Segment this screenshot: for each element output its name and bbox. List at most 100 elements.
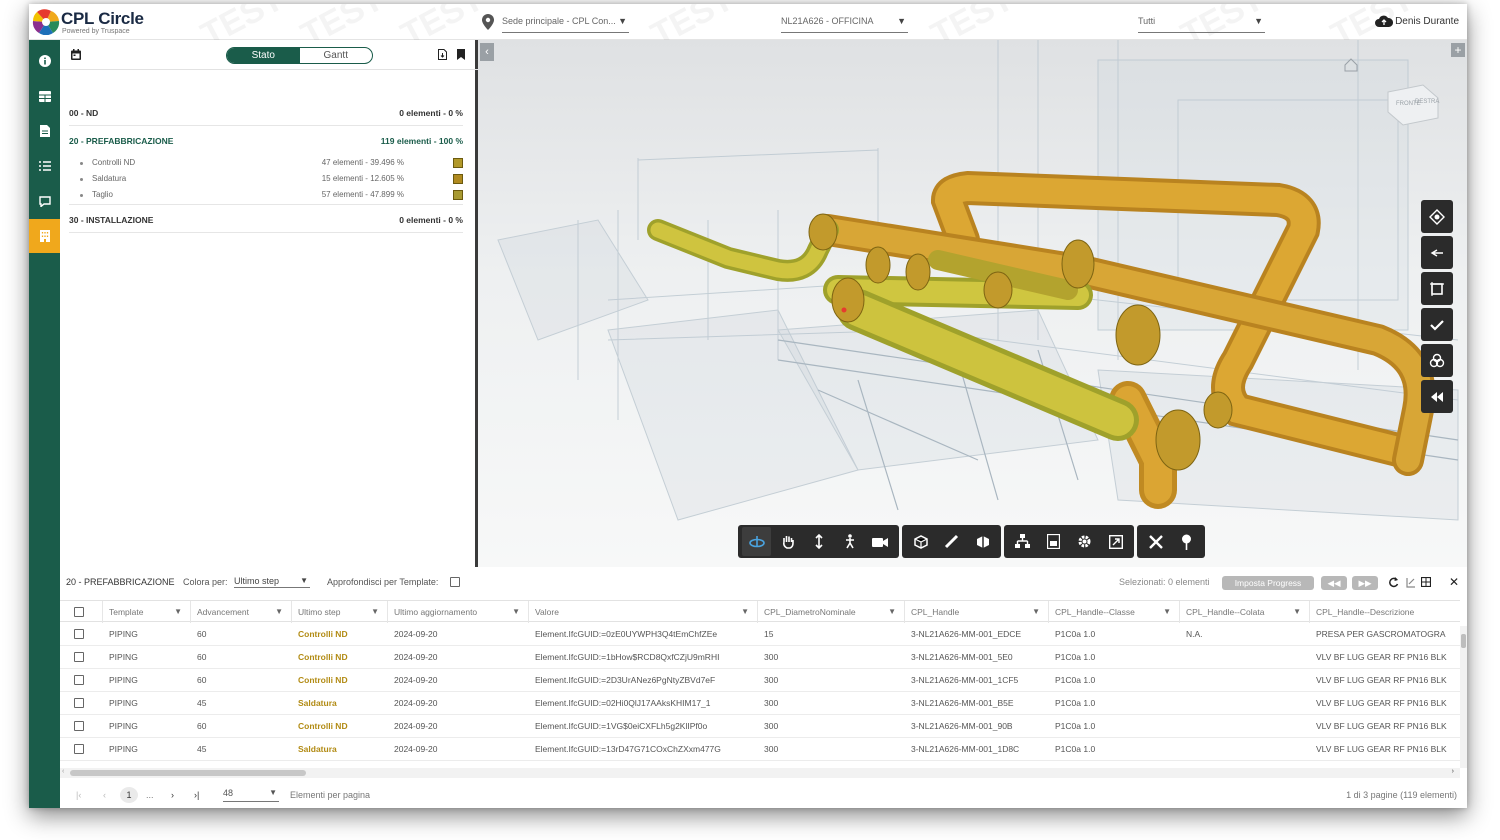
- pan-button[interactable]: [773, 527, 802, 556]
- color-swatch[interactable]: [453, 174, 463, 184]
- list-item[interactable]: Saldatura 15 elementi - 12.605 %: [80, 171, 463, 187]
- walk-button[interactable]: [835, 527, 864, 556]
- table-row[interactable]: PIPING 45 Saldatura 2024-09-20 Element.IfcGU…: [60, 738, 1460, 761]
- project-select[interactable]: NL21A626 - OFFICINA ▼: [781, 13, 908, 33]
- next-page-button[interactable]: ›: [171, 790, 174, 800]
- row-checkbox[interactable]: [74, 721, 84, 731]
- toggle-gantt[interactable]: Gantt: [300, 48, 373, 63]
- table-row[interactable]: PIPING 60 Controlli ND 2024-09-20 Element.If…: [60, 715, 1460, 738]
- column-header-descrizione[interactable]: CPL_Handle--Descrizione: [1310, 601, 1460, 623]
- measure-tool-button[interactable]: [937, 527, 966, 556]
- list-item[interactable]: Controlli ND 47 elementi - 39.496 %: [80, 155, 463, 171]
- close-icon[interactable]: ✕: [1449, 575, 1459, 589]
- sidebar-item-table[interactable]: [29, 79, 60, 113]
- column-header-ultimo-step[interactable]: Ultimo step ▼: [292, 601, 388, 623]
- collapse-right-button[interactable]: ▶▶: [1352, 576, 1378, 590]
- scroll-right-icon[interactable]: ›: [1452, 768, 1454, 775]
- group-installazione[interactable]: 30 - INSTALLAZIONE 0 elementi - 0 %: [69, 207, 463, 233]
- column-header-ultimo-aggiornamento[interactable]: Ultimo aggiornamento ▼: [388, 601, 529, 623]
- explode-button[interactable]: [906, 527, 935, 556]
- table-row[interactable]: PIPING 60 Controlli ND 2024-09-20 Element.If…: [60, 623, 1460, 646]
- column-header-valore[interactable]: Valore ▼: [529, 601, 758, 623]
- tools-button[interactable]: [1141, 527, 1170, 556]
- collapse-left-button[interactable]: ◀◀: [1321, 576, 1347, 590]
- table-row[interactable]: PIPING 60 Controlli ND 2024-09-20 Element.If…: [60, 646, 1460, 669]
- table-row[interactable]: PIPING 45 Saldatura 2024-09-20 Element.IfcGU…: [60, 692, 1460, 715]
- columns-icon[interactable]: [1421, 577, 1431, 587]
- filter-select[interactable]: Tutti ▼: [1138, 13, 1265, 33]
- prev-page-button[interactable]: ‹: [103, 790, 106, 800]
- pin-button[interactable]: [1172, 527, 1201, 556]
- collapse-panel-button[interactable]: ‹: [480, 43, 494, 61]
- row-checkbox[interactable]: [74, 652, 84, 662]
- page-number-button[interactable]: 1: [120, 787, 138, 803]
- model-tree-button[interactable]: [1008, 527, 1037, 556]
- layers-button[interactable]: [1421, 200, 1453, 233]
- objects-button[interactable]: [1421, 344, 1453, 377]
- column-header-colata[interactable]: CPL_Handle--Colata ▼: [1180, 601, 1310, 623]
- color-swatch[interactable]: [453, 158, 463, 168]
- fullscreen-button[interactable]: [1101, 527, 1130, 556]
- filter-icon[interactable]: ▼: [741, 601, 749, 623]
- camera-button[interactable]: [866, 527, 895, 556]
- file-export-icon[interactable]: [438, 49, 447, 60]
- row-checkbox[interactable]: [74, 744, 84, 754]
- row-checkbox[interactable]: [74, 698, 84, 708]
- sidebar-item-building[interactable]: [29, 219, 60, 253]
- filter-icon[interactable]: ▼: [888, 601, 896, 623]
- rewind-button[interactable]: [1421, 380, 1453, 413]
- sidebar-item-info[interactable]: [29, 44, 60, 78]
- color-by-select[interactable]: Ultimo step ▼: [234, 576, 310, 588]
- set-progress-button[interactable]: Imposta Progress: [1222, 576, 1314, 590]
- section-button[interactable]: [968, 527, 997, 556]
- toggle-stato[interactable]: Stato: [227, 48, 300, 63]
- site-select[interactable]: Sede principale - CPL Con... ▼: [502, 13, 629, 33]
- last-page-button[interactable]: ›|: [194, 790, 199, 800]
- scroll-left-icon[interactable]: ‹: [62, 768, 64, 775]
- row-checkbox[interactable]: [74, 675, 84, 685]
- user-name[interactable]: Denis Durante: [1395, 16, 1459, 27]
- properties-button[interactable]: [1039, 527, 1068, 556]
- column-header-diametro[interactable]: CPL_DiametroNominale ▼: [758, 601, 905, 623]
- filter-icon[interactable]: ▼: [371, 601, 379, 623]
- filter-icon[interactable]: ▼: [174, 601, 182, 623]
- app-logo[interactable]: CPL Circle Powered by Truspace: [29, 7, 169, 37]
- color-swatch[interactable]: [453, 190, 463, 200]
- view-toggle[interactable]: Stato Gantt: [226, 47, 373, 64]
- column-header-classe[interactable]: CPL_Handle--Classe ▼: [1049, 601, 1180, 623]
- scroll-thumb[interactable]: [1461, 634, 1466, 648]
- sidebar-item-comments[interactable]: [29, 184, 60, 218]
- export-icon[interactable]: [1406, 577, 1416, 588]
- group-prefabbricazione[interactable]: 20 - PREFABBRICAZIONE 119 elementi - 100…: [69, 128, 463, 154]
- calendar-icon[interactable]: [71, 49, 81, 60]
- scroll-thumb[interactable]: [70, 770, 306, 776]
- measure-button[interactable]: [1421, 236, 1453, 269]
- drill-by-template-checkbox[interactable]: [450, 577, 460, 587]
- 3d-viewer[interactable]: FRONTE DESTRA ‹ +: [478, 40, 1467, 567]
- filter-icon[interactable]: ▼: [512, 601, 520, 623]
- filter-icon[interactable]: ▼: [1163, 601, 1171, 623]
- filter-icon[interactable]: ▼: [1293, 601, 1301, 623]
- column-header-handle[interactable]: CPL_Handle ▼: [905, 601, 1049, 623]
- sidebar-item-document[interactable]: [29, 114, 60, 148]
- view-cube[interactable]: FRONTE DESTRA: [1387, 84, 1439, 126]
- confirm-button[interactable]: [1421, 308, 1453, 341]
- orbit-button[interactable]: [742, 527, 771, 556]
- per-page-select[interactable]: 48 ▼: [223, 788, 279, 802]
- expand-viewer-button[interactable]: +: [1451, 43, 1465, 57]
- horizontal-scrollbar[interactable]: ‹ ›: [60, 768, 1460, 778]
- sidebar-item-list[interactable]: [29, 149, 60, 183]
- vertical-scrollbar[interactable]: [1460, 626, 1467, 768]
- cloud-icon[interactable]: [1375, 14, 1393, 28]
- filter-icon[interactable]: ▼: [1032, 601, 1040, 623]
- column-header-template[interactable]: Template ▼: [103, 601, 191, 623]
- settings-button[interactable]: [1070, 527, 1099, 556]
- filter-icon[interactable]: ▼: [275, 601, 283, 623]
- row-checkbox[interactable]: [74, 629, 84, 639]
- table-row[interactable]: PIPING 60 Controlli ND 2024-09-20 Element.If…: [60, 669, 1460, 692]
- zoom-button[interactable]: [804, 527, 833, 556]
- column-header-advancement[interactable]: Advancement ▼: [191, 601, 292, 623]
- group-nd[interactable]: 00 - ND 0 elementi - 0 %: [69, 100, 463, 126]
- select-all-checkbox[interactable]: [74, 607, 84, 617]
- bookmark-icon[interactable]: [457, 49, 465, 60]
